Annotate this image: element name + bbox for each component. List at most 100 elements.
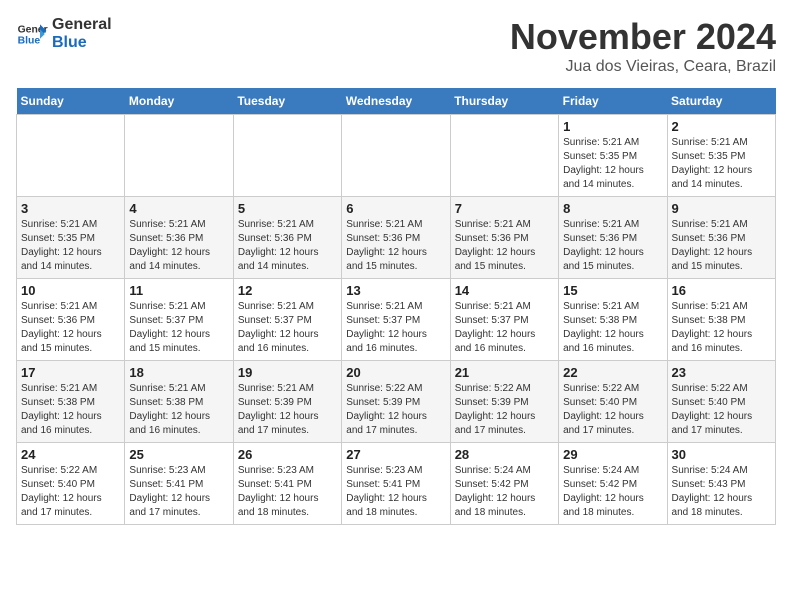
calendar-cell: 12 Sunrise: 5:21 AM Sunset: 5:37 PM Dayli…: [233, 279, 341, 361]
day-number: 12: [238, 283, 337, 298]
calendar-cell: [125, 115, 233, 197]
day-number: 18: [129, 365, 228, 380]
day-info: Sunrise: 5:21 AM Sunset: 5:36 PM Dayligh…: [346, 218, 445, 274]
day-number: 19: [238, 365, 337, 380]
day-info: Sunrise: 5:21 AM Sunset: 5:38 PM Dayligh…: [21, 382, 120, 438]
week-row-4: 17 Sunrise: 5:21 AM Sunset: 5:38 PM Dayli…: [17, 361, 776, 443]
day-number: 2: [672, 119, 771, 134]
day-info: Sunrise: 5:21 AM Sunset: 5:37 PM Dayligh…: [346, 300, 445, 356]
day-number: 14: [455, 283, 554, 298]
day-number: 11: [129, 283, 228, 298]
day-number: 28: [455, 447, 554, 462]
day-info: Sunrise: 5:21 AM Sunset: 5:35 PM Dayligh…: [21, 218, 120, 274]
calendar-cell: 17 Sunrise: 5:21 AM Sunset: 5:38 PM Dayli…: [17, 361, 125, 443]
day-info: Sunrise: 5:22 AM Sunset: 5:40 PM Dayligh…: [672, 382, 771, 438]
day-number: 13: [346, 283, 445, 298]
day-info: Sunrise: 5:21 AM Sunset: 5:37 PM Dayligh…: [129, 300, 228, 356]
day-info: Sunrise: 5:21 AM Sunset: 5:36 PM Dayligh…: [129, 218, 228, 274]
day-number: 17: [21, 365, 120, 380]
calendar-cell: 11 Sunrise: 5:21 AM Sunset: 5:37 PM Dayli…: [125, 279, 233, 361]
title-area: November 2024 Jua dos Vieiras, Ceara, Br…: [510, 16, 776, 76]
day-number: 7: [455, 201, 554, 216]
day-number: 16: [672, 283, 771, 298]
location-subtitle: Jua dos Vieiras, Ceara, Brazil: [510, 58, 776, 76]
calendar-cell: 24 Sunrise: 5:22 AM Sunset: 5:40 PM Dayli…: [17, 443, 125, 525]
day-number: 24: [21, 447, 120, 462]
header-day-sunday: Sunday: [17, 88, 125, 115]
day-number: 3: [21, 201, 120, 216]
day-number: 27: [346, 447, 445, 462]
calendar-cell: [17, 115, 125, 197]
calendar-cell: 20 Sunrise: 5:22 AM Sunset: 5:39 PM Dayli…: [342, 361, 450, 443]
header-row: SundayMondayTuesdayWednesdayThursdayFrid…: [17, 88, 776, 115]
calendar-cell: 27Sunrise: 5:23 AM Sunset: 5:41 PM Dayli…: [342, 443, 450, 525]
day-info: Sunrise: 5:21 AM Sunset: 5:37 PM Dayligh…: [238, 300, 337, 356]
calendar-cell: 5Sunrise: 5:21 AM Sunset: 5:36 PM Daylig…: [233, 197, 341, 279]
calendar-cell: 29 Sunrise: 5:24 AM Sunset: 5:42 PM Dayli…: [559, 443, 667, 525]
calendar-cell: 9 Sunrise: 5:21 AM Sunset: 5:36 PM Daylig…: [667, 197, 775, 279]
logo-icon: General Blue: [16, 18, 48, 50]
day-number: 6: [346, 201, 445, 216]
day-info: Sunrise: 5:21 AM Sunset: 5:38 PM Dayligh…: [563, 300, 662, 356]
calendar-cell: 28 Sunrise: 5:24 AM Sunset: 5:42 PM Dayli…: [450, 443, 558, 525]
day-number: 15: [563, 283, 662, 298]
month-title: November 2024: [510, 16, 776, 58]
day-number: 20: [346, 365, 445, 380]
day-info: Sunrise: 5:21 AM Sunset: 5:36 PM Dayligh…: [455, 218, 554, 274]
calendar-cell: 6 Sunrise: 5:21 AM Sunset: 5:36 PM Daylig…: [342, 197, 450, 279]
logo: General Blue General Blue: [16, 16, 112, 52]
day-info: Sunrise: 5:21 AM Sunset: 5:38 PM Dayligh…: [129, 382, 228, 438]
calendar-cell: [233, 115, 341, 197]
calendar-cell: 13 Sunrise: 5:21 AM Sunset: 5:37 PM Dayli…: [342, 279, 450, 361]
day-info: Sunrise: 5:23 AM Sunset: 5:41 PM Dayligh…: [129, 464, 228, 520]
day-info: Sunrise: 5:24 AM Sunset: 5:43 PM Dayligh…: [672, 464, 771, 520]
day-info: Sunrise: 5:21 AM Sunset: 5:36 PM Dayligh…: [21, 300, 120, 356]
day-number: 8: [563, 201, 662, 216]
calendar-cell: 1 Sunrise: 5:21 AM Sunset: 5:35 PM Daylig…: [559, 115, 667, 197]
calendar-cell: 4 Sunrise: 5:21 AM Sunset: 5:36 PM Daylig…: [125, 197, 233, 279]
calendar-cell: 22 Sunrise: 5:22 AM Sunset: 5:40 PM Dayli…: [559, 361, 667, 443]
header-day-thursday: Thursday: [450, 88, 558, 115]
day-info: Sunrise: 5:22 AM Sunset: 5:40 PM Dayligh…: [563, 382, 662, 438]
day-info: Sunrise: 5:21 AM Sunset: 5:35 PM Dayligh…: [672, 136, 771, 192]
day-number: 30: [672, 447, 771, 462]
day-number: 10: [21, 283, 120, 298]
calendar-cell: 8 Sunrise: 5:21 AM Sunset: 5:36 PM Daylig…: [559, 197, 667, 279]
calendar-cell: 15 Sunrise: 5:21 AM Sunset: 5:38 PM Dayli…: [559, 279, 667, 361]
day-info: Sunrise: 5:22 AM Sunset: 5:39 PM Dayligh…: [346, 382, 445, 438]
header-day-saturday: Saturday: [667, 88, 775, 115]
calendar-cell: 7 Sunrise: 5:21 AM Sunset: 5:36 PM Daylig…: [450, 197, 558, 279]
day-number: 23: [672, 365, 771, 380]
day-number: 26: [238, 447, 337, 462]
day-info: Sunrise: 5:24 AM Sunset: 5:42 PM Dayligh…: [455, 464, 554, 520]
day-number: 9: [672, 201, 771, 216]
day-number: 22: [563, 365, 662, 380]
svg-text:Blue: Blue: [18, 36, 41, 47]
calendar-cell: 30 Sunrise: 5:24 AM Sunset: 5:43 PM Dayli…: [667, 443, 775, 525]
day-number: 29: [563, 447, 662, 462]
day-number: 4: [129, 201, 228, 216]
day-number: 1: [563, 119, 662, 134]
day-info: Sunrise: 5:24 AM Sunset: 5:42 PM Dayligh…: [563, 464, 662, 520]
day-info: Sunrise: 5:22 AM Sunset: 5:39 PM Dayligh…: [455, 382, 554, 438]
day-info: Sunrise: 5:21 AM Sunset: 5:35 PM Dayligh…: [563, 136, 662, 192]
header-area: General Blue General Blue November 2024 …: [16, 16, 776, 76]
day-info: Sunrise: 5:21 AM Sunset: 5:36 PM Dayligh…: [563, 218, 662, 274]
day-info: Sunrise: 5:21 AM Sunset: 5:37 PM Dayligh…: [455, 300, 554, 356]
calendar-cell: 18 Sunrise: 5:21 AM Sunset: 5:38 PM Dayli…: [125, 361, 233, 443]
header-day-monday: Monday: [125, 88, 233, 115]
calendar-cell: 2 Sunrise: 5:21 AM Sunset: 5:35 PM Daylig…: [667, 115, 775, 197]
calendar-table: SundayMondayTuesdayWednesdayThursdayFrid…: [16, 88, 776, 525]
calendar-cell: [450, 115, 558, 197]
calendar-cell: 23 Sunrise: 5:22 AM Sunset: 5:40 PM Dayli…: [667, 361, 775, 443]
calendar-cell: 19Sunrise: 5:21 AM Sunset: 5:39 PM Dayli…: [233, 361, 341, 443]
calendar-cell: 21 Sunrise: 5:22 AM Sunset: 5:39 PM Dayli…: [450, 361, 558, 443]
week-row-5: 24 Sunrise: 5:22 AM Sunset: 5:40 PM Dayli…: [17, 443, 776, 525]
calendar-cell: 3 Sunrise: 5:21 AM Sunset: 5:35 PM Daylig…: [17, 197, 125, 279]
header-day-friday: Friday: [559, 88, 667, 115]
calendar-cell: 25Sunrise: 5:23 AM Sunset: 5:41 PM Dayli…: [125, 443, 233, 525]
day-info: Sunrise: 5:21 AM Sunset: 5:36 PM Dayligh…: [672, 218, 771, 274]
day-info: Sunrise: 5:22 AM Sunset: 5:40 PM Dayligh…: [21, 464, 120, 520]
day-number: 21: [455, 365, 554, 380]
calendar-cell: 26Sunrise: 5:23 AM Sunset: 5:41 PM Dayli…: [233, 443, 341, 525]
